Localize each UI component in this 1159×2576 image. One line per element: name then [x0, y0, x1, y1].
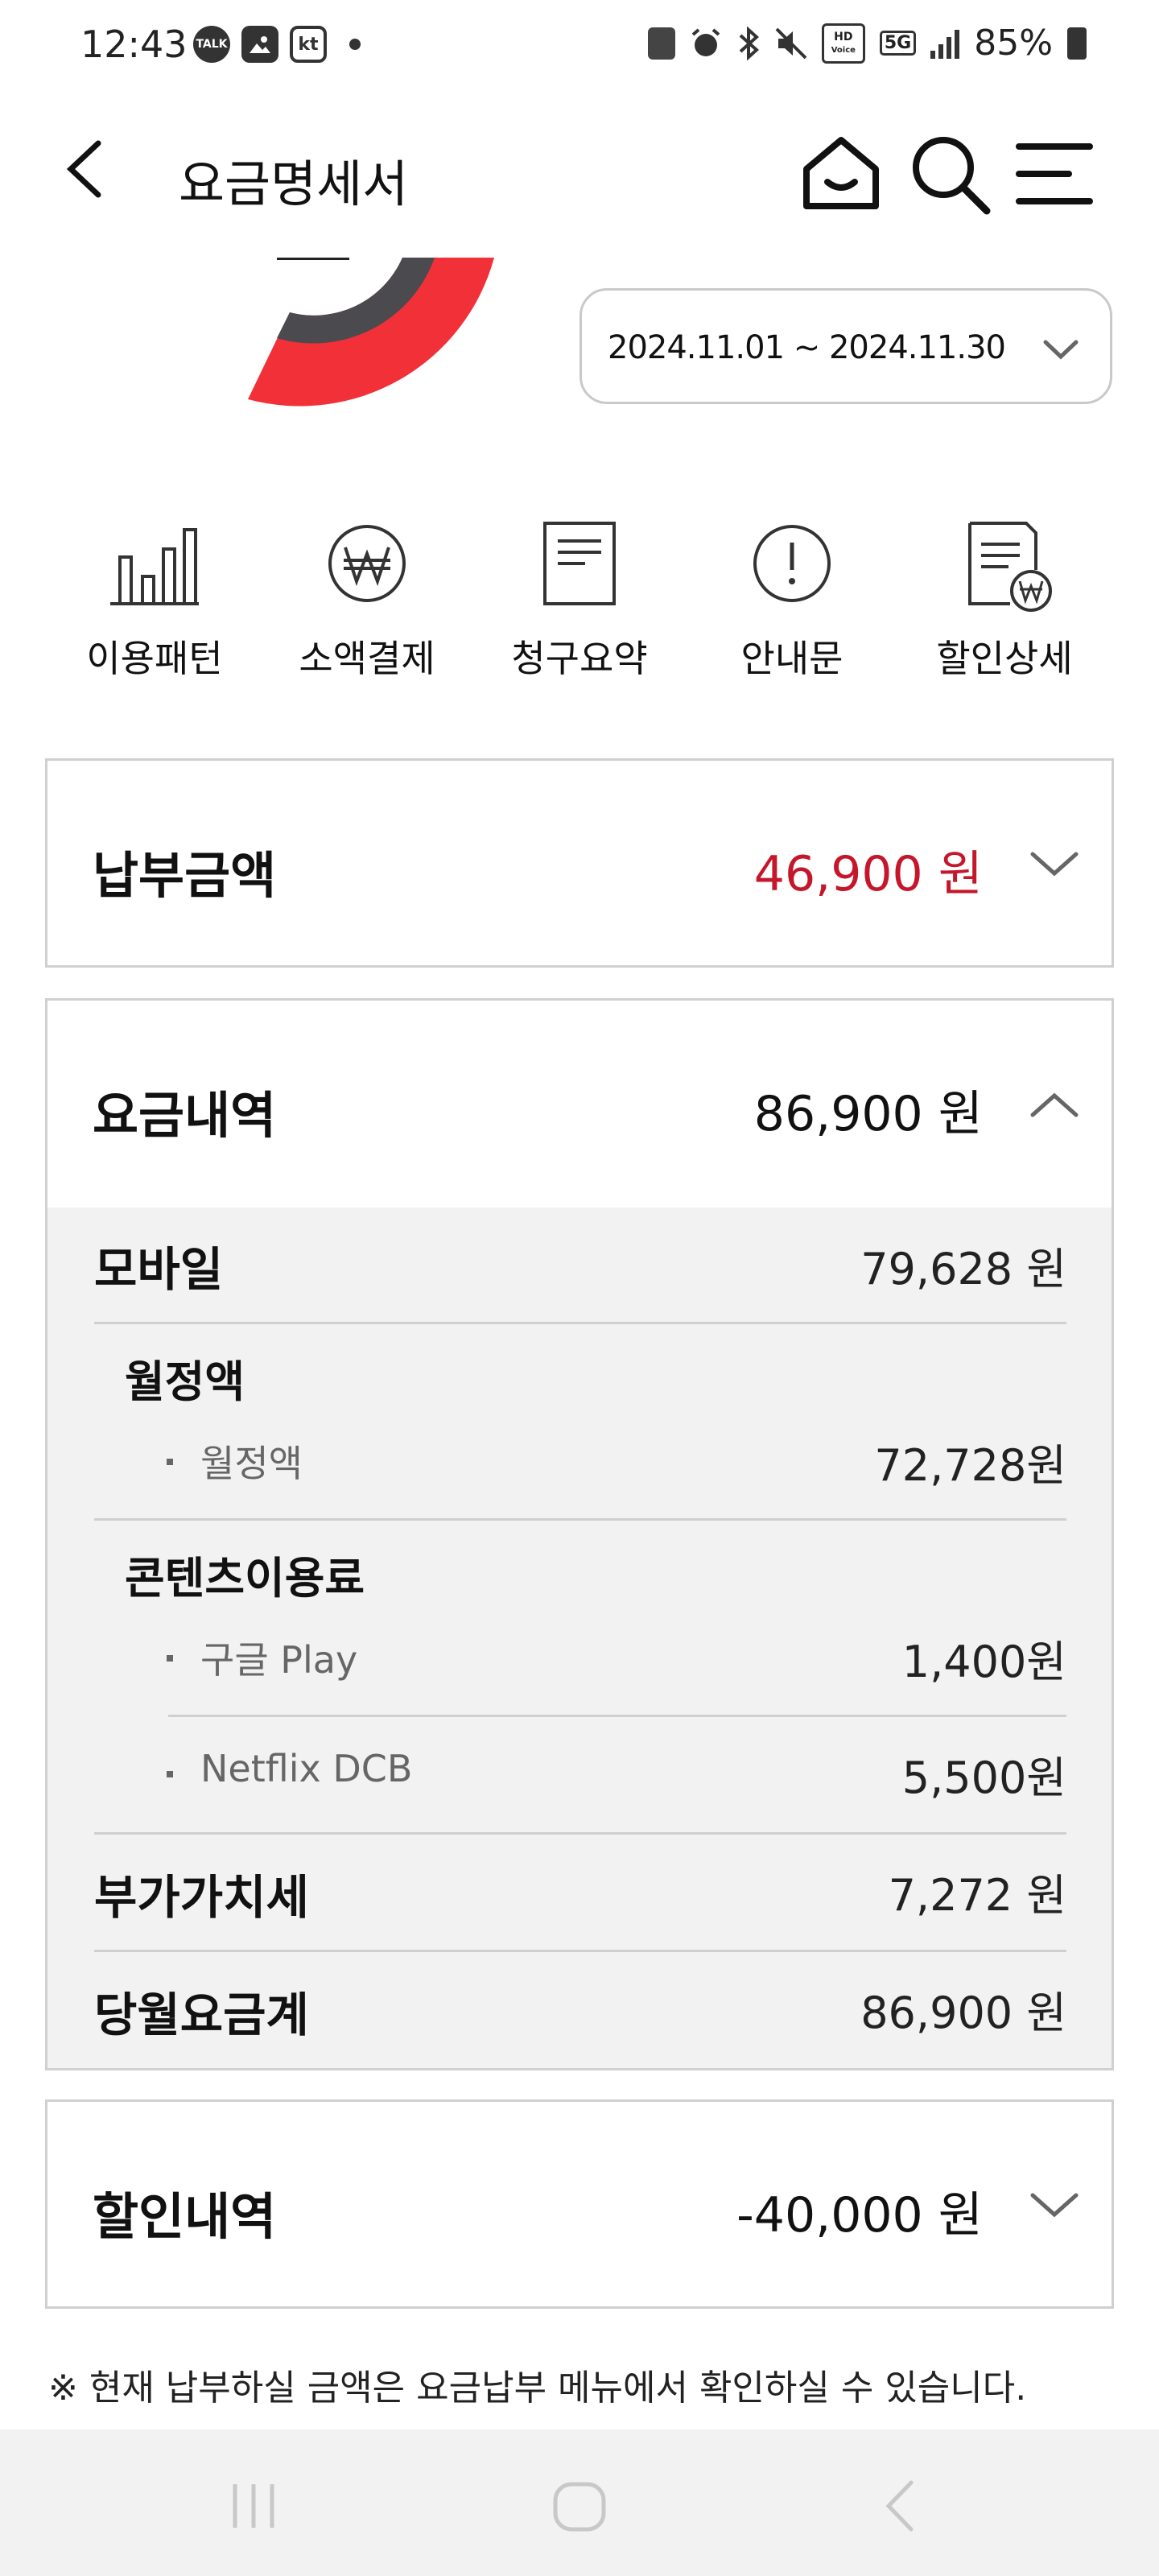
payment-amount-title: 납부금액	[93, 846, 277, 905]
chevron-up-icon[interactable]	[1026, 1076, 1083, 1133]
kt-label: kt	[298, 34, 319, 55]
divider	[168, 1715, 1066, 1717]
app-header: 요금명세서	[0, 97, 1159, 242]
quick-menu-label: 안내문	[740, 637, 843, 680]
battery-saver-icon	[647, 27, 675, 60]
won-circle-icon	[328, 525, 406, 602]
quick-menu-label: 소액결제	[299, 637, 435, 680]
divider	[94, 1322, 1066, 1324]
gallery-notification-icon	[241, 26, 278, 63]
usage-donut-chart-fragment	[248, 258, 494, 407]
mobile-label: 모바일	[94, 1242, 224, 1297]
chevron-down-icon[interactable]	[1026, 2178, 1083, 2234]
battery-percent: 85%	[974, 23, 1053, 64]
monthly-total-label: 당월요금계	[94, 1988, 309, 2042]
quick-menu-discount-detail[interactable]: 할인상세	[916, 515, 1093, 700]
status-time: 12:43	[80, 23, 188, 66]
payment-amount-value: 46,900 원	[753, 846, 983, 902]
5g-icon: 5G	[879, 31, 917, 56]
discount-document-icon	[968, 522, 1052, 612]
search-icon[interactable]	[905, 129, 993, 217]
quick-menu-label: 할인상세	[936, 637, 1073, 680]
vat-amount: 7,272 원	[888, 1870, 1066, 1921]
voice-label: Voice	[831, 45, 856, 55]
charges-title: 요금내역	[93, 1086, 277, 1145]
payment-notice-text: ※ 현재 납부하실 금액은 요금납부 메뉴에서 확인하실 수 있습니다.	[48, 2368, 1027, 2409]
document-icon	[543, 522, 616, 605]
billing-period-value: 2024.11.01 ~ 2024.11.30	[608, 329, 1006, 366]
monthly-item-amount: 72,728원	[874, 1440, 1066, 1491]
alarm-icon	[691, 27, 720, 56]
divider	[94, 1950, 1066, 1952]
vat-label: 부가가치세	[94, 1870, 309, 1925]
bullet	[167, 1459, 173, 1465]
bar-chart-icon	[110, 528, 199, 605]
home-icon[interactable]	[797, 129, 885, 217]
bullet	[167, 1655, 173, 1662]
mute-icon	[775, 27, 807, 59]
bluetooth-icon	[739, 26, 759, 60]
back-button-icon[interactable]	[874, 2478, 930, 2534]
monthly-group-label: 월정액	[125, 1356, 245, 1407]
chevron-down-icon	[1043, 340, 1079, 360]
kakaotalk-notification-icon: TALK	[193, 26, 230, 63]
quick-menu-micropayment[interactable]: 소액결제	[278, 515, 456, 700]
divider	[94, 1518, 1066, 1521]
home-button-icon[interactable]	[549, 2476, 610, 2537]
discount-card[interactable]: 할인내역 -40,000 원	[45, 2099, 1114, 2309]
recent-apps-icon[interactable]	[225, 2478, 282, 2534]
quick-menu-notice[interactable]: 안내문	[703, 515, 881, 700]
page-title: 요금명세서	[179, 155, 409, 213]
quick-menu-label: 청구요약	[511, 637, 648, 680]
exclamation-circle-icon	[753, 525, 831, 602]
system-status-icons: HD Voice 5G 85%	[647, 23, 1087, 64]
monthly-item-label: 월정액	[200, 1442, 303, 1485]
google-play-amount: 1,400원	[901, 1637, 1066, 1687]
notification-icons: TALK kt	[193, 26, 361, 63]
charges-card[interactable]: 요금내역 86,900 원	[45, 998, 1114, 1210]
netflix-label: Netflix DCB	[200, 1747, 413, 1790]
charges-detail-panel: 모바일 79,628 원 월정액 월정액 72,728원 콘텐츠이용료 구글 P…	[45, 1208, 1114, 2070]
hd-label: HD	[834, 30, 853, 43]
billing-period-select[interactable]: 2024.11.01 ~ 2024.11.30	[580, 288, 1112, 404]
hd-voice-icon: HD Voice	[821, 23, 865, 64]
chevron-down-icon[interactable]	[1026, 836, 1083, 893]
bullet	[167, 1771, 173, 1777]
monthly-total-amount: 86,900 원	[860, 1988, 1066, 2038]
discount-amount: -40,000 원	[736, 2187, 983, 2244]
system-navigation-bar	[0, 2429, 1159, 2576]
discount-title: 할인내역	[93, 2187, 277, 2246]
talk-label: TALK	[196, 38, 228, 51]
charges-amount: 86,900 원	[753, 1086, 983, 1142]
battery-icon	[1067, 27, 1087, 60]
back-arrow-icon[interactable]	[56, 137, 121, 201]
signal-icon	[930, 28, 960, 59]
quick-menu-usage-pattern[interactable]: 이용패턴	[66, 515, 243, 700]
google-play-label: 구글 Play	[200, 1638, 358, 1682]
kt-notification-icon: kt	[290, 26, 327, 63]
quick-menu-bill-summary[interactable]: 청구요약	[491, 515, 668, 700]
status-bar: 12:43 TALK kt HD Voice 5G 85%	[0, 0, 1159, 89]
payment-amount-card[interactable]: 납부금액 46,900 원	[45, 758, 1114, 968]
content-fee-group-label: 콘텐츠이용료	[125, 1553, 365, 1604]
divider	[94, 1832, 1066, 1835]
more-notifications-dot	[349, 39, 361, 50]
netflix-amount: 5,500원	[901, 1752, 1066, 1803]
quick-menu-label: 이용패턴	[86, 637, 223, 680]
mobile-amount: 79,628 원	[860, 1244, 1066, 1294]
menu-icon[interactable]	[1013, 129, 1101, 217]
